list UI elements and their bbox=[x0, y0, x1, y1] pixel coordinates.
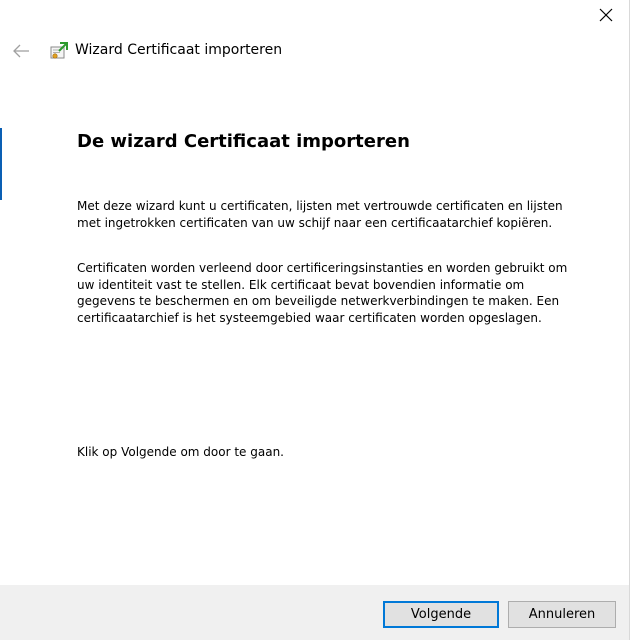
certificate-import-icon bbox=[49, 41, 69, 61]
window-title: Wizard Certificaat importeren bbox=[75, 42, 283, 58]
back-button[interactable] bbox=[8, 40, 34, 62]
continue-instruction: Klik op Volgende om door te gaan. bbox=[77, 445, 284, 459]
close-button[interactable] bbox=[591, 2, 621, 28]
close-icon bbox=[599, 8, 613, 22]
description-paragraph: Certificaten worden verleend door certif… bbox=[77, 261, 568, 325]
page-heading: De wizard Certificaat importeren bbox=[77, 131, 410, 152]
window-edge-accent bbox=[0, 128, 2, 200]
next-button[interactable]: Volgende bbox=[383, 601, 499, 628]
intro-paragraph: Met deze wizard kunt u certificaten, lij… bbox=[77, 199, 563, 230]
cancel-button[interactable]: Annuleren bbox=[508, 601, 616, 628]
wizard-window: Wizard Certificaat importeren De wizard … bbox=[0, 0, 630, 640]
back-arrow-icon bbox=[13, 44, 29, 58]
